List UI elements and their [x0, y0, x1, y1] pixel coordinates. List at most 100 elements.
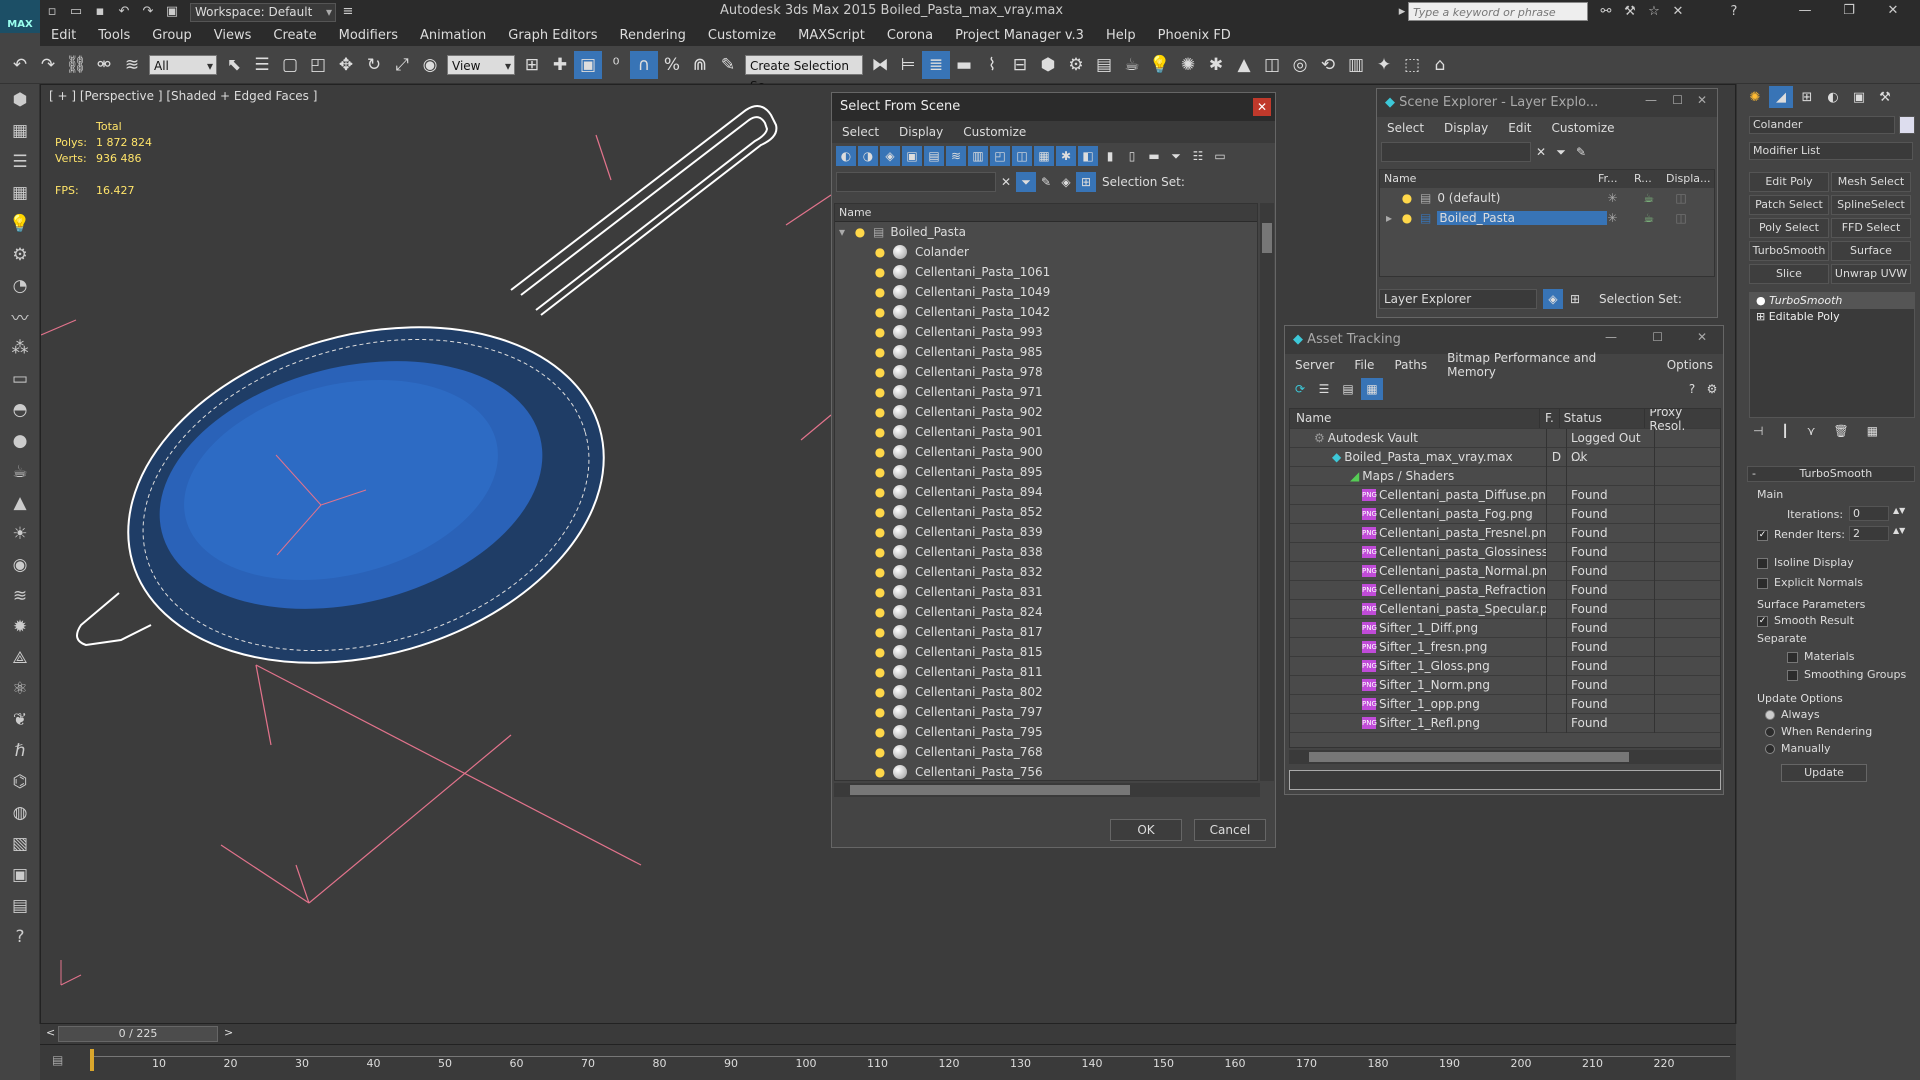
- light-bulb-icon[interactable]: ●: [873, 305, 887, 319]
- render-region-icon[interactable]: ⬚: [1398, 51, 1426, 79]
- modifier-button[interactable]: Mesh Select: [1831, 172, 1911, 192]
- sfs-menu-select[interactable]: Select: [832, 125, 889, 139]
- object-row[interactable]: ● Cellentani_Pasta_815: [835, 642, 1257, 662]
- dialog-close-button[interactable]: ✕: [1253, 98, 1271, 116]
- workspace-dropdown[interactable]: Workspace: Default: [190, 2, 336, 22]
- light-bulb-icon[interactable]: ●: [873, 665, 887, 679]
- menu-project-manager[interactable]: Project Manager v.3: [944, 28, 1095, 43]
- grid-icon[interactable]: ▦: [0, 177, 40, 208]
- radio-icon[interactable]: [1765, 710, 1775, 720]
- light-bulb-icon[interactable]: ●: [873, 505, 887, 519]
- clear-search-icon[interactable]: ✕: [996, 172, 1016, 192]
- col-status[interactable]: Status: [1560, 409, 1646, 428]
- pin-stack-icon[interactable]: ⊣: [1753, 424, 1763, 440]
- rect-selection-icon[interactable]: ▢: [276, 51, 304, 79]
- rotate-view-icon[interactable]: ⟲: [1314, 51, 1342, 79]
- asset-row[interactable]: ◆ Boiled_Pasta_max_vray.max D Ok: [1290, 447, 1720, 467]
- remove-modifier-icon[interactable]: 🗑: [1833, 424, 1848, 440]
- object-row[interactable]: ● Cellentani_Pasta_971: [835, 382, 1257, 402]
- object-row[interactable]: ● Cellentani_Pasta_1061: [835, 262, 1257, 282]
- at-menu-options[interactable]: Options: [1657, 358, 1723, 372]
- modifier-button[interactable]: Unwrap UVW: [1831, 264, 1911, 284]
- freeze-icon[interactable]: ✳: [1607, 191, 1643, 205]
- object-row[interactable]: ● Colander: [835, 242, 1257, 262]
- light-bulb-icon[interactable]: ●: [873, 285, 887, 299]
- modifier-button[interactable]: SplineSelect: [1831, 195, 1911, 215]
- refresh-icon[interactable]: ⟳: [1289, 378, 1311, 400]
- when-rendering-radio[interactable]: When Rendering: [1765, 725, 1872, 738]
- workspace-menu-icon[interactable]: ≡: [339, 4, 357, 20]
- light-bulb-icon[interactable]: ●: [873, 265, 887, 279]
- render-teapot-icon[interactable]: ☕: [1643, 191, 1675, 205]
- minimize-icon[interactable]: —: [1790, 3, 1820, 18]
- info-icon[interactable]: ▤: [0, 890, 40, 921]
- object-row[interactable]: ● Cellentani_Pasta_1049: [835, 282, 1257, 302]
- angle-snap-icon[interactable]: ∩: [630, 50, 658, 79]
- light-bulb-icon[interactable]: ●: [873, 525, 887, 539]
- schematic-view-icon[interactable]: ⊟: [1006, 51, 1034, 79]
- mirror-icon[interactable]: ⧓: [866, 51, 894, 79]
- spinner-snap-icon[interactable]: ⋒: [686, 51, 714, 79]
- light-bulb-icon[interactable]: ●: [873, 605, 887, 619]
- disc-icon[interactable]: ◉: [0, 549, 40, 580]
- se-menu-edit[interactable]: Edit: [1498, 121, 1541, 135]
- hierarchy-icon[interactable]: ⊞: [1076, 172, 1096, 192]
- smoothing-groups-checkbox[interactable]: Smoothing Groups: [1787, 668, 1906, 681]
- hierarchy-icon[interactable]: ⊞: [1565, 289, 1585, 309]
- table-view-icon[interactable]: ▦: [1361, 378, 1383, 400]
- material-editor-icon[interactable]: ⬢: [1034, 51, 1062, 79]
- box-icon[interactable]: ▭: [0, 363, 40, 394]
- column-header-name[interactable]: Name: [835, 204, 1257, 222]
- light-bulb-icon[interactable]: ●: [873, 625, 887, 639]
- object-row[interactable]: ● Cellentani_Pasta_895: [835, 462, 1257, 482]
- col-render[interactable]: R...: [1634, 170, 1666, 188]
- maximize-icon[interactable]: ☐: [1672, 93, 1683, 107]
- col-frozen[interactable]: Fr...: [1598, 170, 1634, 188]
- display-xrefs-icon[interactable]: ◰: [990, 146, 1010, 166]
- collapse-icon[interactable]: ▭: [1210, 146, 1230, 166]
- menu-help[interactable]: Help: [1095, 28, 1147, 43]
- prev-frame-icon[interactable]: <: [46, 1026, 55, 1039]
- select-by-name-icon[interactable]: ☰: [248, 51, 276, 79]
- iterations-spinner[interactable]: 0: [1849, 506, 1889, 521]
- isoline-display-checkbox[interactable]: Isoline Display: [1757, 556, 1854, 569]
- time-slider[interactable]: < 0 / 225 >: [40, 1024, 1736, 1044]
- wave-icon[interactable]: 〰: [0, 301, 40, 332]
- menu-modifiers[interactable]: Modifiers: [328, 28, 409, 43]
- at-menu-paths[interactable]: Paths: [1384, 358, 1437, 372]
- radio-icon[interactable]: [1765, 727, 1775, 737]
- modifier-button[interactable]: Slice: [1749, 264, 1829, 284]
- object-color-swatch[interactable]: [1899, 116, 1915, 134]
- col-display[interactable]: Displa...: [1666, 170, 1714, 188]
- checkbox-icon[interactable]: [1757, 557, 1768, 569]
- radio-icon[interactable]: [1765, 744, 1775, 754]
- object-row[interactable]: ● Cellentani_Pasta_756: [835, 762, 1257, 780]
- materials-checkbox[interactable]: Materials: [1787, 650, 1854, 663]
- window-crossing-icon[interactable]: ◰: [304, 51, 332, 79]
- checkbox-icon[interactable]: [1787, 669, 1798, 681]
- asset-row[interactable]: PNGCellentani_pasta_Refraction.p... Found: [1290, 580, 1720, 600]
- tree-root-row[interactable]: ▾ ● ▤ Boiled_Pasta: [835, 222, 1257, 242]
- object-row[interactable]: ● Cellentani_Pasta_832: [835, 562, 1257, 582]
- light-bulb-icon[interactable]: ●: [1756, 294, 1766, 307]
- light-bulb-icon[interactable]: ●: [873, 325, 887, 339]
- checkbox-icon[interactable]: [1787, 651, 1798, 663]
- asset-row[interactable]: ◢ Maps / Shaders: [1290, 466, 1720, 486]
- display-icon[interactable]: ◫: [1675, 191, 1686, 205]
- col-name[interactable]: Name: [1380, 170, 1598, 188]
- checkbox-icon[interactable]: ✓: [1757, 529, 1768, 541]
- orbit-icon[interactable]: ◔: [0, 270, 40, 301]
- pyramid-icon[interactable]: ⟁: [0, 642, 40, 673]
- window-close-icon[interactable]: ✕: [1878, 3, 1908, 18]
- reference-coord-dropdown[interactable]: View: [447, 54, 515, 76]
- settings-icon[interactable]: ⚙: [1701, 378, 1723, 400]
- stack-item-editable-poly[interactable]: ⊞ Editable Poly: [1750, 309, 1914, 325]
- filter-icon[interactable]: ⏷: [1551, 142, 1571, 162]
- cone-icon[interactable]: ▲: [0, 487, 40, 518]
- asset-table[interactable]: Name F. Status Proxy Resol. ⚙ Autodesk Va…: [1289, 408, 1721, 748]
- object-row[interactable]: ● Cellentani_Pasta_817: [835, 622, 1257, 642]
- hair-icon[interactable]: ≋: [0, 580, 40, 611]
- modifier-button[interactable]: Patch Select: [1749, 195, 1829, 215]
- fire-icon[interactable]: ✹: [0, 611, 40, 642]
- selection-filter-dropdown[interactable]: All: [149, 54, 217, 76]
